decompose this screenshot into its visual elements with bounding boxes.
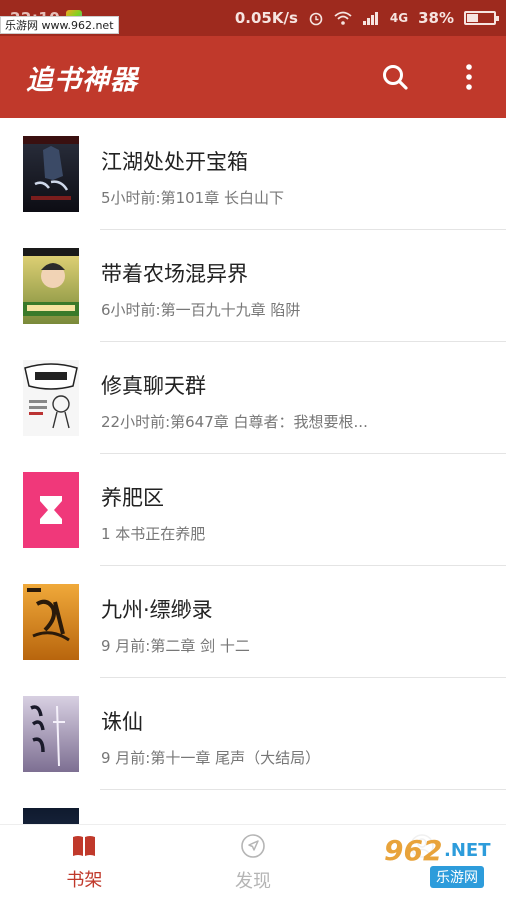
more-vert-icon (466, 64, 472, 90)
book-latest-chapter: 9 月前:第十一章 尾声（大结局） (101, 749, 321, 767)
network-speed: 0.05K/s (234, 9, 298, 27)
book-cover (23, 808, 79, 824)
app-title: 追书神器 (26, 64, 138, 96)
book-latest-chapter: 1 本书正在养肥 (101, 525, 206, 543)
book-row-4[interactable]: 养肥区 1 本书正在养肥 (0, 454, 506, 566)
signal-icon (362, 12, 378, 25)
cover-art (30, 705, 65, 767)
cover-art (27, 588, 70, 642)
book-cover (23, 696, 79, 772)
book-row-6[interactable]: 诛仙 9 月前:第十一章 尾声（大结局） (0, 678, 506, 790)
battery-icon (464, 11, 499, 25)
more-button[interactable] (454, 62, 484, 92)
watermark-logo-number: 962 (384, 834, 443, 867)
signal-type: 4G (389, 11, 409, 25)
status-right: 0.05K/s 4G 38% (234, 9, 499, 27)
watermark-text: 乐游网 www.962.net (0, 16, 119, 34)
alarm-icon (309, 12, 323, 26)
watermark-logo-net: .NET (444, 840, 491, 861)
search-icon (383, 65, 408, 90)
book-title: 带着农场混异界 (101, 262, 248, 286)
book-icon (73, 835, 96, 856)
app-bar: 追书神器 (0, 36, 506, 118)
book-title: 九州·缥缈录 (101, 598, 213, 622)
book-info: 江湖处处开宝箱 5小时前:第101章 长白山下 (101, 146, 488, 208)
book-latest-chapter: 22小时前:第647章 白尊者：我想要根... (101, 413, 368, 431)
nav-bookshelf[interactable]: 书架 (0, 825, 169, 900)
book-info: 养肥区 1 本书正在养肥 (101, 482, 488, 544)
cover-art (23, 248, 79, 316)
book-cover (23, 472, 79, 548)
book-latest-chapter: 6小时前:第一百九十九章 陷阱 (101, 301, 301, 319)
wifi-icon (334, 11, 352, 25)
book-title: 修真聊天群 (101, 374, 206, 398)
battery-fill (467, 14, 478, 22)
book-cover (23, 248, 79, 324)
book-cover (23, 584, 79, 660)
bookshelf-list[interactable]: 江湖处处开宝箱 5小时前:第101章 长白山下 带着农场混异界 6小时前:第一百… (0, 118, 506, 824)
book-row-2[interactable]: 带着农场混异界 6小时前:第一百九十九章 陷阱 (0, 230, 506, 342)
nav-label: 发现 (235, 870, 271, 892)
book-info: 诛仙 9 月前:第十一章 尾声（大结局） (101, 706, 488, 768)
book-row-3[interactable]: 修真聊天群 22小时前:第647章 白尊者：我想要根... (0, 342, 506, 454)
app-actions (380, 62, 484, 92)
cover-art (23, 136, 79, 200)
nav-label: 书架 (66, 869, 103, 891)
book-info: 修真聊天群 22小时前:第647章 白尊者：我想要根... (101, 370, 488, 432)
book-cover (23, 360, 79, 436)
book-row-1[interactable]: 江湖处处开宝箱 5小时前:第101章 长白山下 (0, 118, 506, 230)
book-title: 养肥区 (101, 486, 164, 510)
book-latest-chapter: 9 月前:第二章 剑 十二 (101, 637, 250, 655)
battery-percent: 38% (418, 9, 454, 27)
watermark-logo-label: 乐游网 (430, 866, 484, 888)
nav-discover[interactable]: 发现 (169, 825, 338, 900)
cover-art (24, 363, 78, 429)
compass-icon (241, 833, 265, 858)
watermark-logo: 962 .NET 乐游网 (378, 830, 502, 894)
search-button[interactable] (380, 62, 410, 92)
book-row-partial[interactable] (0, 790, 506, 824)
book-latest-chapter: 5小时前:第101章 长白山下 (101, 189, 284, 207)
book-title: 江湖处处开宝箱 (101, 150, 248, 174)
book-title: 诛仙 (101, 710, 143, 734)
book-cover (23, 136, 79, 212)
book-row-5[interactable]: 九州·缥缈录 9 月前:第二章 剑 十二 (0, 566, 506, 678)
hourglass-icon (40, 496, 62, 524)
book-info: 带着农场混异界 6小时前:第一百九十九章 陷阱 (101, 258, 488, 320)
book-info: 九州·缥缈录 9 月前:第二章 剑 十二 (101, 594, 488, 656)
